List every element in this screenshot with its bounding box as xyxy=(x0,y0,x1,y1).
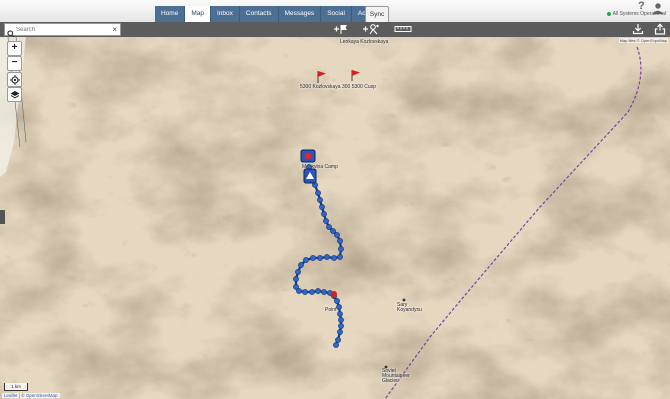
terrain-map xyxy=(0,37,670,399)
sync-button[interactable]: Sync xyxy=(365,6,389,23)
tile-attribution: Map tiles © OpenTopoMap xyxy=(618,38,668,43)
top-navigation-bar: Home Map Inbox Contacts Messages Social … xyxy=(0,0,670,23)
tab-social[interactable]: Social xyxy=(321,6,352,22)
search-input[interactable] xyxy=(16,24,106,35)
camp-label: Moskvina Camp xyxy=(302,164,338,170)
scale-bar: 1 km xyxy=(4,383,28,391)
search-box: × xyxy=(4,23,121,38)
openstreetmap-link[interactable]: OpenStreetMap xyxy=(26,393,58,398)
attribution-separator: | © xyxy=(17,393,26,398)
crosshair-icon xyxy=(9,74,20,85)
status-text: All Systems Operational xyxy=(612,11,666,17)
glacier-label: Soviet Mountaineer Glacier xyxy=(382,368,410,384)
side-panel-toggle[interactable] xyxy=(0,210,5,224)
tab-messages[interactable]: Messages xyxy=(278,6,322,22)
map-attribution: Leaflet | © OpenStreetMap xyxy=(2,393,60,398)
map-view[interactable]: Map tiles © OpenTopoMap Lenkaya Kozlovsk… xyxy=(0,37,670,399)
locate-button[interactable] xyxy=(7,72,22,87)
tab-inbox[interactable]: Inbox xyxy=(211,6,240,22)
clear-search-button[interactable]: × xyxy=(112,24,117,35)
system-status: All Systems Operational xyxy=(606,11,666,17)
summit-flags-label: 5300 Kozlovskaya 300 5300 Cusp xyxy=(300,84,376,90)
pass-label: Sary Koyandysu xyxy=(397,302,422,313)
tab-map[interactable]: Map xyxy=(185,6,211,22)
map-toolbar: × xyxy=(0,22,670,38)
zoom-out-button[interactable]: − xyxy=(7,56,22,71)
status-ok-icon xyxy=(606,12,611,16)
leaflet-link[interactable]: Leaflet xyxy=(4,393,18,398)
peak-label: Lenkaya Kozlovskaya xyxy=(340,39,389,45)
main-tabs: Home Map Inbox Contacts Messages Social … xyxy=(155,6,389,22)
tab-home[interactable]: Home xyxy=(155,6,186,22)
point-label: Point xyxy=(325,307,337,313)
tab-contacts[interactable]: Contacts xyxy=(239,6,279,22)
layers-icon xyxy=(10,90,19,98)
zoom-in-button[interactable]: + xyxy=(7,41,22,56)
layers-button[interactable] xyxy=(7,87,22,102)
